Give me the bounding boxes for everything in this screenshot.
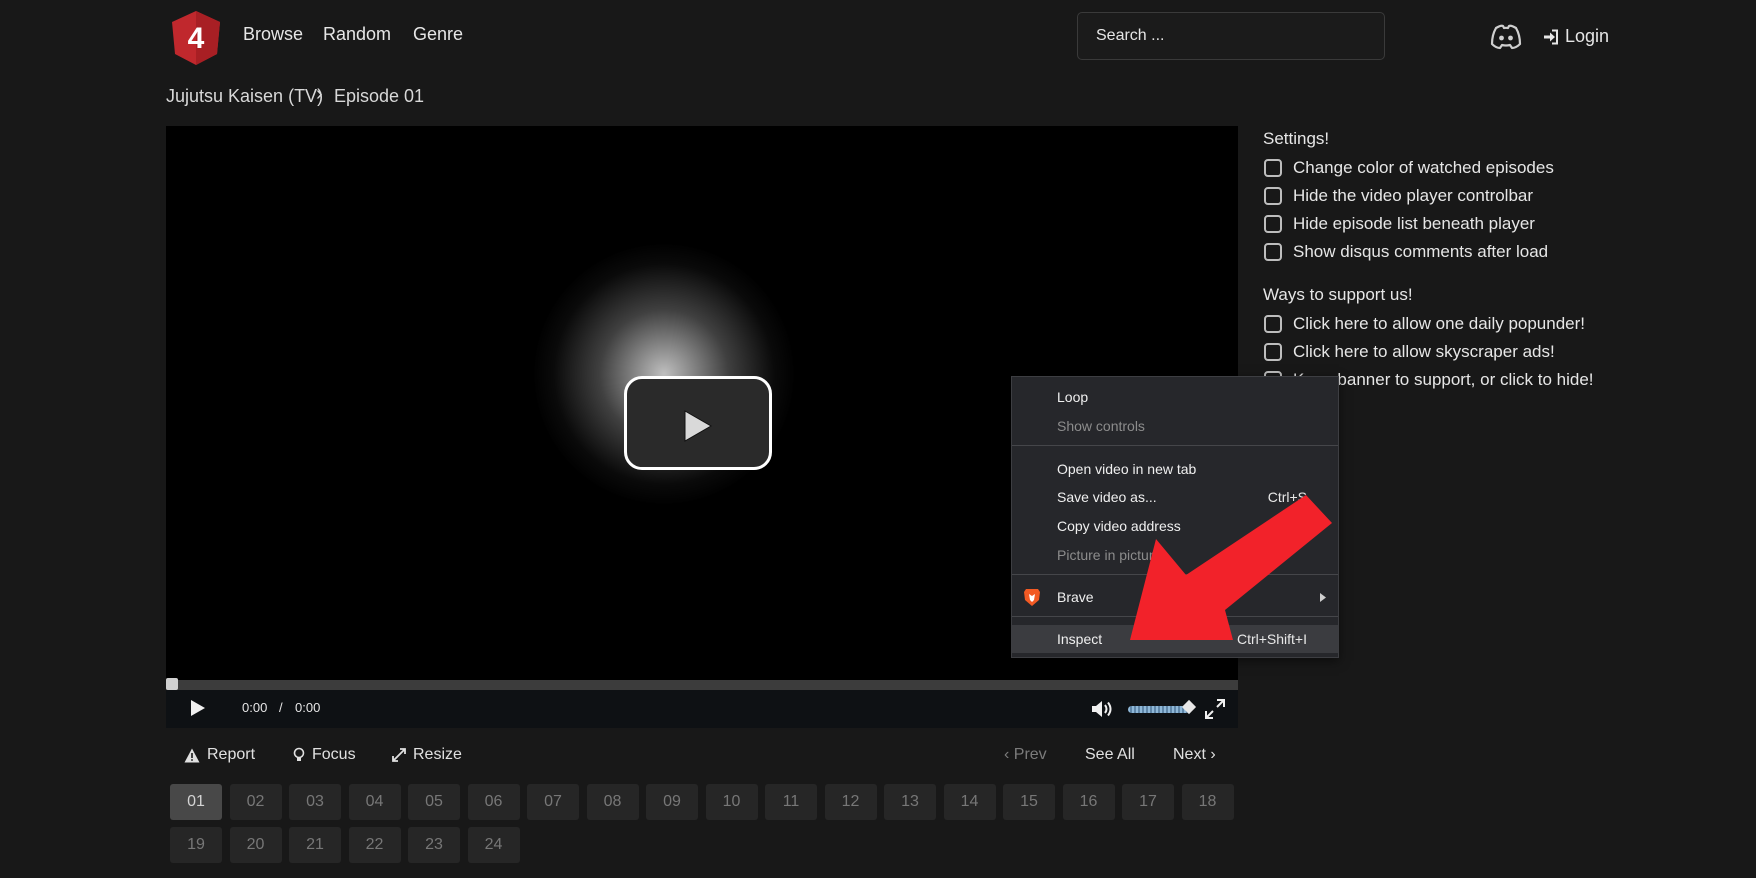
volume-slider[interactable]: [1128, 706, 1190, 713]
setting-option[interactable]: Change color of watched episodes: [1264, 158, 1554, 178]
play-icon: [684, 410, 713, 442]
sign-in-icon: [1544, 29, 1558, 44]
fullscreen-icon[interactable]: [1204, 698, 1226, 720]
logo-shield-icon[interactable]: 4: [170, 10, 222, 66]
episode-08[interactable]: 08: [586, 784, 639, 820]
discord-icon[interactable]: [1490, 24, 1522, 50]
menu-separator: [1012, 445, 1338, 446]
resize-label: Resize: [413, 746, 462, 763]
option-label: Show disqus comments after load: [1293, 242, 1549, 261]
play-icon[interactable]: [190, 699, 206, 717]
duration: 0:00: [295, 700, 321, 715]
time-separator: /: [279, 700, 283, 715]
menu-item-loop[interactable]: Loop: [1012, 383, 1338, 411]
episode-10[interactable]: 10: [705, 784, 758, 820]
episode-17[interactable]: 17: [1122, 784, 1174, 820]
current-time: 0:00: [242, 700, 268, 715]
chevron-right-icon: ›: [316, 83, 323, 105]
episode-03[interactable]: 03: [289, 784, 341, 820]
menu-label: Open video in new tab: [1057, 461, 1197, 477]
brave-icon: [1024, 589, 1040, 606]
settings-title: Settings!: [1263, 129, 1330, 148]
episode-15[interactable]: 15: [1003, 784, 1055, 820]
resize-icon: [392, 748, 406, 762]
episode-16[interactable]: 16: [1062, 784, 1115, 820]
nav-random[interactable]: Random: [323, 24, 391, 45]
option-label: Change color of watched episodes: [1293, 158, 1554, 177]
report-label: Report: [207, 746, 256, 763]
prev-button[interactable]: ‹ Prev: [1004, 746, 1047, 764]
episode-11[interactable]: 11: [765, 784, 817, 820]
episode-05[interactable]: 05: [408, 784, 460, 820]
login-link[interactable]: Login: [1543, 26, 1609, 47]
episode-19[interactable]: 19: [170, 827, 222, 863]
episode-18[interactable]: 18: [1181, 784, 1234, 820]
checkbox[interactable]: [1264, 215, 1282, 233]
support-option[interactable]: Click here to allow skyscraper ads!: [1264, 342, 1555, 362]
next-button[interactable]: Next ›: [1173, 746, 1216, 764]
episode-06[interactable]: 06: [467, 784, 520, 820]
see-all-button[interactable]: See All: [1085, 746, 1135, 764]
episode-09[interactable]: 09: [646, 784, 698, 820]
episode-04[interactable]: 04: [348, 784, 401, 820]
checkbox[interactable]: [1264, 187, 1282, 205]
menu-label: Show controls: [1057, 418, 1145, 434]
option-label: Hide episode list beneath player: [1293, 214, 1535, 233]
episode-01[interactable]: 01: [170, 784, 222, 820]
seek-bar[interactable]: [166, 680, 1238, 690]
setting-option[interactable]: Hide the video player controlbar: [1264, 186, 1533, 206]
focus-label: Focus: [312, 746, 356, 763]
episode-20[interactable]: 20: [229, 827, 282, 863]
support-option[interactable]: Click here to allow one daily popunder!: [1264, 314, 1585, 334]
breadcrumb-episode: Episode 01: [334, 86, 425, 106]
setting-option[interactable]: Hide episode list beneath player: [1264, 214, 1535, 234]
seek-handle[interactable]: [166, 678, 178, 690]
warning-icon: [184, 748, 200, 762]
menu-label: Inspect: [1057, 631, 1103, 647]
resize-button[interactable]: Resize: [392, 746, 462, 764]
lightbulb-icon: [293, 747, 305, 761]
breadcrumb-series[interactable]: Jujutsu Kaisen (TV): [166, 86, 323, 107]
menu-label: Brave: [1057, 589, 1094, 605]
menu-item-show-controls: Show controls: [1012, 412, 1338, 440]
episode-13[interactable]: 13: [884, 784, 936, 820]
episode-23[interactable]: 23: [408, 827, 460, 863]
nav-genre[interactable]: Genre: [413, 24, 463, 45]
checkbox[interactable]: [1264, 315, 1282, 333]
volume-icon[interactable]: [1091, 699, 1115, 719]
red-arrow-annotation: [1130, 495, 1332, 640]
episode-22[interactable]: 22: [348, 827, 401, 863]
episode-21[interactable]: 21: [289, 827, 341, 863]
option-label: Click here to allow one daily popunder!: [1293, 314, 1586, 333]
login-label: Login: [1565, 26, 1610, 46]
checkbox[interactable]: [1264, 343, 1282, 361]
checkbox[interactable]: [1264, 243, 1282, 261]
setting-option[interactable]: Show disqus comments after load: [1264, 242, 1548, 262]
search-input[interactable]: [1077, 12, 1385, 60]
control-bar: [166, 690, 1238, 728]
support-title: Ways to support us!: [1263, 285, 1413, 304]
episode-24[interactable]: 24: [467, 827, 520, 863]
checkbox[interactable]: [1264, 159, 1282, 177]
episode-02[interactable]: 02: [229, 784, 282, 820]
big-play-button[interactable]: [624, 376, 772, 470]
episode-14[interactable]: 14: [943, 784, 996, 820]
episode-07[interactable]: 07: [527, 784, 579, 820]
menu-label: Loop: [1057, 389, 1089, 405]
option-label: Click here to allow skyscraper ads!: [1293, 342, 1555, 361]
report-button[interactable]: Report: [184, 746, 255, 764]
nav-browse[interactable]: Browse: [243, 24, 303, 45]
logo-text: 4: [188, 22, 205, 55]
option-label: Hide the video player controlbar: [1293, 186, 1534, 205]
episode-12[interactable]: 12: [824, 784, 877, 820]
menu-item-open-new-tab[interactable]: Open video in new tab: [1012, 455, 1338, 483]
focus-button[interactable]: Focus: [293, 746, 356, 764]
